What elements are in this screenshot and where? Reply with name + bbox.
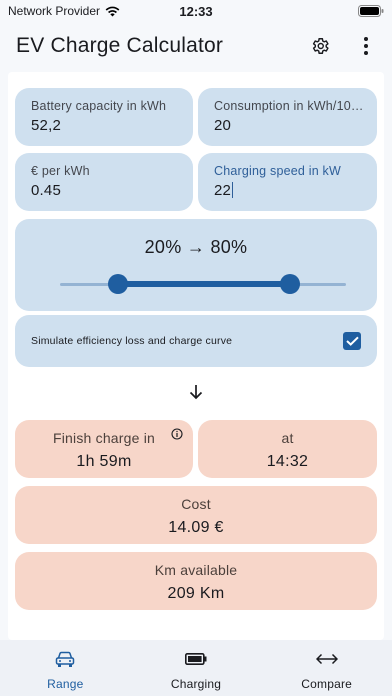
- nav-label-range: Range: [47, 677, 84, 691]
- finish-time-card: at 14:32: [198, 420, 377, 478]
- price-per-kwh-value: 0.45: [31, 182, 61, 199]
- battery-capacity-label: Battery capacity in kWh: [31, 99, 167, 113]
- finish-charge-label: Finish charge in: [52, 430, 156, 446]
- simulate-efficiency-label: Simulate efficiency loss and charge curv…: [31, 335, 233, 347]
- compare-arrows-icon: [315, 653, 338, 665]
- nav-item-range[interactable]: Range: [0, 640, 131, 696]
- battery-icon: [185, 653, 207, 665]
- settings-button[interactable]: [308, 34, 332, 58]
- arrow-down-icon: [189, 385, 203, 400]
- info-icon[interactable]: [171, 428, 183, 440]
- simulate-efficiency-checkbox[interactable]: [343, 332, 361, 350]
- battery-capacity-field[interactable]: Battery capacity in kWh 52,2: [15, 88, 193, 146]
- check-icon: [345, 336, 359, 346]
- nav-item-charging[interactable]: Charging: [131, 640, 262, 696]
- car-icon: [56, 651, 75, 667]
- range-slider-start-thumb[interactable]: [108, 274, 128, 294]
- bottom-navigation: Range Charging Compare: [0, 640, 392, 696]
- km-available-label: Km available: [154, 562, 238, 578]
- finish-charge-value: 1h 59m: [76, 453, 132, 470]
- nav-label-compare: Compare: [301, 677, 353, 691]
- km-available-card: Km available 209 Km: [15, 552, 377, 610]
- status-bar: Network Provider 12:33: [0, 0, 392, 22]
- consumption-label: Consumption in kWh/10…: [214, 99, 364, 113]
- charging-speed-field[interactable]: Charging speed in kW 22: [198, 153, 377, 211]
- price-per-kwh-field[interactable]: € per kWh 0.45: [15, 153, 193, 211]
- charging-speed-value: 22: [214, 182, 232, 199]
- charge-range-card: 20% → 80%: [15, 219, 377, 311]
- cost-value: 14.09 €: [168, 519, 224, 536]
- nav-label-charging: Charging: [170, 677, 222, 691]
- consumption-value: 20: [214, 117, 232, 134]
- gear-icon: [312, 38, 329, 54]
- km-available-value: 209 Km: [167, 585, 225, 602]
- consumption-field[interactable]: Consumption in kWh/10… 20: [198, 88, 377, 146]
- range-text: 20% → 80%: [144, 237, 248, 257]
- price-per-kwh-label: € per kWh: [31, 164, 90, 178]
- main-content: Battery capacity in kWh 52,2 Consumption…: [8, 72, 384, 640]
- simulate-efficiency-row[interactable]: Simulate efficiency loss and charge curv…: [15, 315, 377, 367]
- battery-capacity-value: 52,2: [31, 117, 61, 134]
- wifi-icon: [105, 6, 120, 16]
- text-cursor: [232, 182, 234, 198]
- finish-time-value: 14:32: [266, 453, 309, 470]
- nav-item-compare[interactable]: Compare: [261, 640, 392, 696]
- range-slider-active-track: [117, 281, 289, 287]
- range-slider-end-thumb[interactable]: [280, 274, 300, 294]
- page-title: EV Charge Calculator: [16, 34, 224, 57]
- finish-time-label: at: [281, 430, 294, 446]
- cost-card: Cost 14.09 €: [15, 486, 377, 544]
- finish-charge-card: Finish charge in 1h 59m: [15, 420, 193, 478]
- battery-status-icon: [358, 5, 384, 17]
- charging-speed-label: Charging speed in kW: [214, 164, 341, 178]
- cost-label: Cost: [181, 496, 211, 512]
- app-bar: EV Charge Calculator: [0, 22, 392, 70]
- carrier-label: Network Provider: [8, 4, 101, 18]
- more-menu-button[interactable]: [354, 34, 378, 58]
- more-vert-icon: [364, 37, 368, 55]
